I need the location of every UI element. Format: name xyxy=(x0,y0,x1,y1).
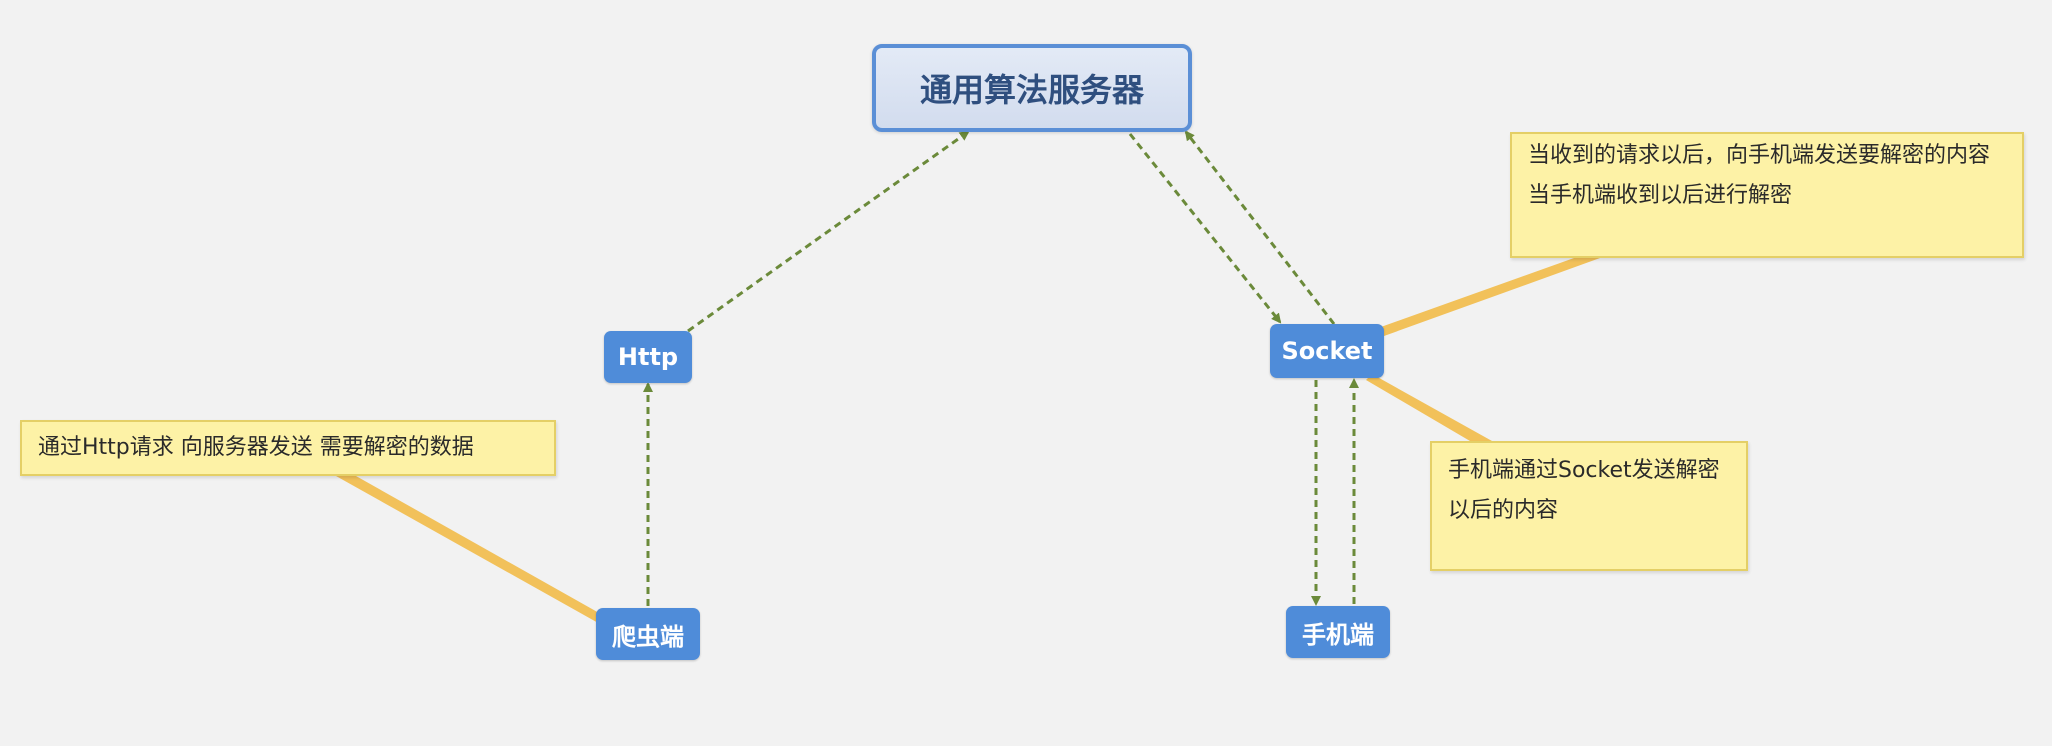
server-node: 通用算法服务器 xyxy=(872,44,1192,132)
arrow-http-to-server xyxy=(687,130,970,333)
http-node: Http xyxy=(604,331,692,383)
note-mobile-to-server: 手机端通过Socket发送解密以后的内容 xyxy=(1430,441,1748,571)
http-node-label: Http xyxy=(617,343,679,371)
socket-node: Socket xyxy=(1270,324,1384,378)
mobile-node-label: 手机端 xyxy=(1302,620,1374,649)
arrow-server-to-socket xyxy=(1128,133,1282,324)
callout-http-tail xyxy=(336,476,608,624)
spider-node-label: 爬虫端 xyxy=(612,622,684,651)
mobile-node: 手机端 xyxy=(1286,606,1390,658)
callout-server-tail xyxy=(1378,258,1600,336)
note-http-request: 通过Http请求 向服务器发送 需要解密的数据 xyxy=(20,420,556,476)
socket-node-label: Socket xyxy=(1281,337,1373,365)
server-node-label: 通用算法服务器 xyxy=(919,71,1144,109)
callout-mobile-tail xyxy=(1366,374,1492,441)
spider-node: 爬虫端 xyxy=(596,608,700,660)
note-server-to-mobile: 当收到的请求以后，向手机端发送要解密的内容 当手机端收到以后进行解密 xyxy=(1510,132,2024,258)
